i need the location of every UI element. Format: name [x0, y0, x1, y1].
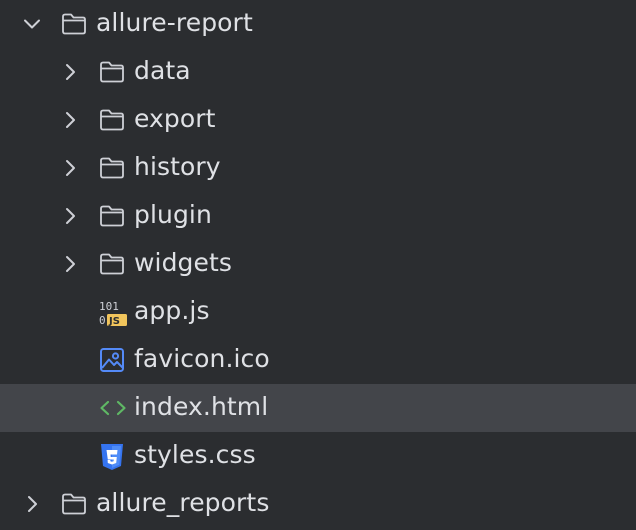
chevron-down-icon[interactable] — [20, 12, 44, 36]
chevron-right-icon[interactable] — [58, 252, 82, 276]
folder-icon — [98, 106, 126, 134]
tree-row-allure-report[interactable]: allure-report — [0, 0, 636, 48]
tree-label: favicon.ico — [134, 344, 270, 373]
tree-label: allure-report — [96, 8, 253, 37]
folder-icon — [60, 10, 88, 38]
tree-label: widgets — [134, 248, 233, 277]
tree-label: plugin — [134, 200, 212, 229]
tree-row-app-js[interactable]: 101 0 JS app.js — [0, 288, 636, 336]
tree-row-history[interactable]: history — [0, 144, 636, 192]
html-file-icon — [98, 394, 126, 422]
chevron-right-icon[interactable] — [20, 492, 44, 516]
tree-row-widgets[interactable]: widgets — [0, 240, 636, 288]
tree-label: data — [134, 56, 191, 85]
javascript-file-icon: 101 0 JS — [98, 298, 127, 327]
tree-row-export[interactable]: export — [0, 96, 636, 144]
tree-label: allure_reports — [96, 488, 270, 517]
tree-row-data[interactable]: data — [0, 48, 636, 96]
css-file-icon — [98, 442, 126, 470]
chevron-right-icon[interactable] — [58, 156, 82, 180]
tree-label: history — [134, 152, 221, 181]
tree-label: app.js — [134, 296, 210, 325]
tree-row-index-html[interactable]: index.html — [0, 384, 636, 432]
folder-icon — [98, 202, 126, 230]
folder-icon — [98, 154, 126, 182]
folder-icon — [98, 250, 126, 278]
chevron-right-icon[interactable] — [58, 204, 82, 228]
image-file-icon — [98, 346, 126, 374]
js-icon-text-bottom: 0 — [99, 314, 106, 327]
chevron-right-icon[interactable] — [58, 60, 82, 84]
tree-label: styles.css — [134, 440, 256, 469]
folder-icon — [98, 58, 126, 86]
tree-label: export — [134, 104, 216, 133]
tree-row-plugin[interactable]: plugin — [0, 192, 636, 240]
tree-label: index.html — [134, 392, 269, 421]
tree-row-favicon-ico[interactable]: favicon.ico — [0, 336, 636, 384]
chevron-right-icon[interactable] — [58, 108, 82, 132]
tree-row-allure-reports[interactable]: allure_reports — [0, 480, 636, 528]
js-icon-text-top: 101 — [99, 300, 119, 313]
project-tree: allure-report data export history plugin… — [0, 0, 636, 530]
js-icon-text-badge: JS — [108, 316, 120, 327]
tree-row-styles-css[interactable]: styles.css — [0, 432, 636, 480]
folder-icon — [60, 490, 88, 518]
